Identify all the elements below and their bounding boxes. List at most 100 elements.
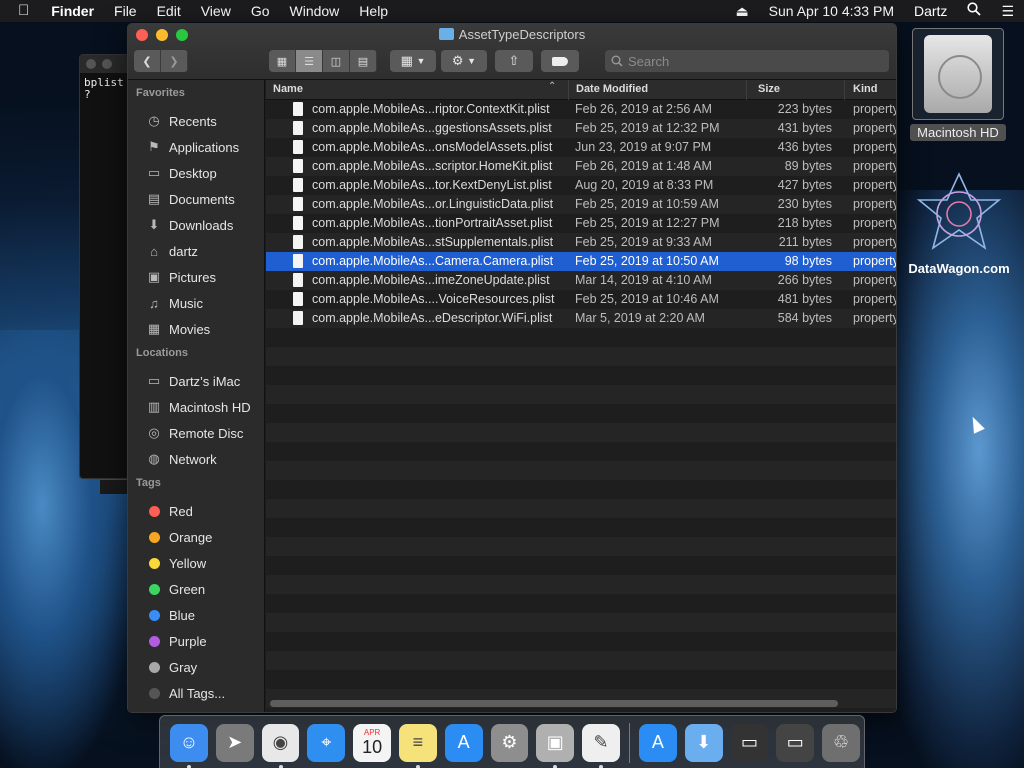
sidebar-item[interactable]: ▭ Dartz’s iMac [128, 368, 264, 394]
sidebar-item[interactable]: ▥ Macintosh HD [128, 394, 264, 420]
column-divider[interactable] [746, 80, 747, 100]
terminal-window-icon[interactable]: ▭ [730, 723, 769, 762]
datawagon-logo-icon[interactable] [915, 170, 1003, 258]
search-field[interactable] [605, 50, 889, 72]
search-input[interactable] [628, 53, 868, 69]
column-divider[interactable] [568, 80, 569, 100]
file-row[interactable]: com.apple.MobileAs...imeZoneUpdate.plist… [266, 271, 896, 290]
group-by-button[interactable]: ▦ ▼ [390, 50, 436, 72]
textedit-icon[interactable]: ✎ [582, 723, 620, 768]
sidebar-item[interactable]: Orange [128, 524, 264, 550]
finder-icon[interactable]: ☺ [170, 723, 208, 768]
column-header-date[interactable]: Date Modified [576, 83, 648, 95]
menu-app-finder[interactable]: Finder [41, 0, 104, 22]
notification-center-icon[interactable]: ☰ [991, 0, 1024, 22]
file-row[interactable]: com.apple.MobileAs...eDescriptor.WiFi.pl… [266, 309, 896, 328]
chrome-window-icon[interactable]: ▭ [776, 723, 815, 762]
file-icon [293, 292, 303, 306]
menubar-clock[interactable]: Sun Apr 10 4:33 PM [759, 0, 904, 22]
file-row[interactable]: com.apple.MobileAs...riptor.ContextKit.p… [266, 100, 896, 119]
launchpad-icon[interactable]: ➤ [215, 723, 254, 762]
sidebar-item-label: Blue [169, 607, 196, 623]
horizontal-scrollbar[interactable] [270, 700, 838, 707]
icon-view-button[interactable]: ▦ [269, 50, 296, 72]
applications-folder-icon[interactable]: A [638, 723, 677, 762]
desktop-macintosh-hd-icon[interactable] [912, 28, 1004, 120]
column-divider[interactable] [844, 80, 845, 100]
file-row[interactable]: com.apple.MobileAs...Camera.Camera.plist… [266, 252, 896, 271]
sidebar-item-all-tags[interactable]: All Tags... [128, 680, 264, 706]
file-row[interactable]: com.apple.MobileAs...ggestionsAssets.pli… [266, 119, 896, 138]
preview-icon[interactable]: ▣ [536, 723, 575, 768]
file-name: com.apple.MobileAs...or.LinguisticData.p… [312, 197, 554, 211]
apple-menu-icon[interactable]:  [0, 0, 41, 22]
file-row[interactable]: com.apple.MobileAs...scriptor.HomeKit.pl… [266, 157, 896, 176]
sidebar-item[interactable]: ⬇ Downloads [128, 212, 264, 238]
sidebar-item-label: Desktop [169, 165, 217, 181]
sidebar-item[interactable]: ◍ Network [128, 446, 264, 472]
sidebar: Favorites ◷ Recents ⚑ Applications ▭ Desktop ▤… [128, 80, 265, 712]
file-row[interactable]: com.apple.MobileAs...or.LinguisticData.p… [266, 195, 896, 214]
empty-row [266, 423, 896, 442]
downloads-folder-icon[interactable]: ⬇ [684, 723, 723, 762]
sidebar-item[interactable]: ▦ Movies [128, 316, 264, 342]
action-gear-button[interactable]: ⚙ ▼ [441, 50, 487, 72]
menu-file[interactable]: File [104, 0, 147, 22]
menu-view[interactable]: View [191, 0, 241, 22]
sidebar-item[interactable]: Blue [128, 602, 264, 628]
forward-button[interactable]: ❯ [161, 50, 188, 72]
calendar-icon[interactable]: APR 10 [353, 723, 391, 762]
sidebar-item[interactable]: ◎ Remote Disc [128, 420, 264, 446]
sidebar-item-label: All Tags... [169, 685, 226, 701]
sidebar-item[interactable]: ♫ Music [128, 290, 264, 316]
sidebar-item[interactable]: ▤ Documents [128, 186, 264, 212]
finder-window[interactable]: AssetTypeDescriptors ❮ ❯ ▦ ☰ ◫ ▤ ▦ ▼ ⚙ ▼… [127, 23, 897, 713]
desktop-datawagon-label[interactable]: DataWagon.com [900, 261, 1018, 276]
share-button[interactable]: ⇧ [495, 50, 533, 72]
menubar-user[interactable]: Dartz [904, 0, 957, 22]
safari-icon[interactable]: ⌖ [307, 723, 346, 762]
menu-help[interactable]: Help [349, 0, 398, 22]
sidebar-item[interactable]: Green [128, 576, 264, 602]
column-headers: Name ⌃ Date Modified Size Kind [266, 80, 896, 100]
app-store-icon[interactable]: A [444, 723, 483, 762]
trash-icon[interactable]: ♲ [822, 723, 860, 762]
file-row[interactable]: com.apple.MobileAs...tor.KextDenyList.pl… [266, 176, 896, 195]
spotlight-search-icon[interactable] [957, 0, 991, 22]
sidebar-item[interactable]: Gray [128, 654, 264, 680]
sidebar-item[interactable]: ⚑ Applications [128, 134, 264, 160]
file-icon [293, 254, 303, 268]
column-header-size[interactable]: Size [758, 83, 780, 95]
column-view-button[interactable]: ◫ [323, 50, 350, 72]
file-date-modified: Feb 25, 2019 at 10:59 AM [575, 197, 719, 211]
sidebar-item[interactable]: Red [128, 498, 264, 524]
notes-icon[interactable]: ≡ [398, 723, 437, 768]
favorites-list: ◷ Recents ⚑ Applications ▭ Desktop ▤ Documents ⬇… [128, 108, 264, 342]
list-view-button[interactable]: ☰ [296, 50, 323, 72]
file-date-modified: Feb 25, 2019 at 9:33 AM [575, 235, 712, 249]
file-name: com.apple.MobileAs...imeZoneUpdate.plist [312, 273, 550, 287]
sidebar-item[interactable]: Purple [128, 628, 264, 654]
sidebar-item[interactable]: ▭ Desktop [128, 160, 264, 186]
sidebar-item[interactable]: ◷ Recents [128, 108, 264, 134]
column-header-name[interactable]: Name [273, 83, 303, 95]
menu-go[interactable]: Go [241, 0, 280, 22]
chrome-icon[interactable]: ◉ [261, 723, 300, 768]
sidebar-item[interactable]: Yellow [128, 550, 264, 576]
sidebar-item[interactable]: ⌂ dartz [128, 238, 264, 264]
menu-edit[interactable]: Edit [147, 0, 191, 22]
back-button[interactable]: ❮ [134, 50, 161, 72]
sidebar-item[interactable]: ▣ Pictures [128, 264, 264, 290]
eject-icon[interactable]: ⏏ [725, 0, 758, 22]
file-row[interactable]: com.apple.MobileAs....VoiceResources.pli… [266, 290, 896, 309]
file-row[interactable]: com.apple.MobileAs...tionPortraitAsset.p… [266, 214, 896, 233]
file-row[interactable]: com.apple.MobileAs...onsModelAssets.plis… [266, 138, 896, 157]
file-row[interactable]: com.apple.MobileAs...stSupplementals.pli… [266, 233, 896, 252]
desktop-macintosh-hd-label[interactable]: Macintosh HD [910, 124, 1006, 141]
column-header-kind[interactable]: Kind [853, 83, 877, 95]
menu-window[interactable]: Window [280, 0, 350, 22]
system-preferences-icon[interactable]: ⚙ [490, 723, 529, 762]
edit-tags-button[interactable] [541, 50, 579, 72]
empty-row [266, 613, 896, 632]
gallery-view-button[interactable]: ▤ [350, 50, 377, 72]
